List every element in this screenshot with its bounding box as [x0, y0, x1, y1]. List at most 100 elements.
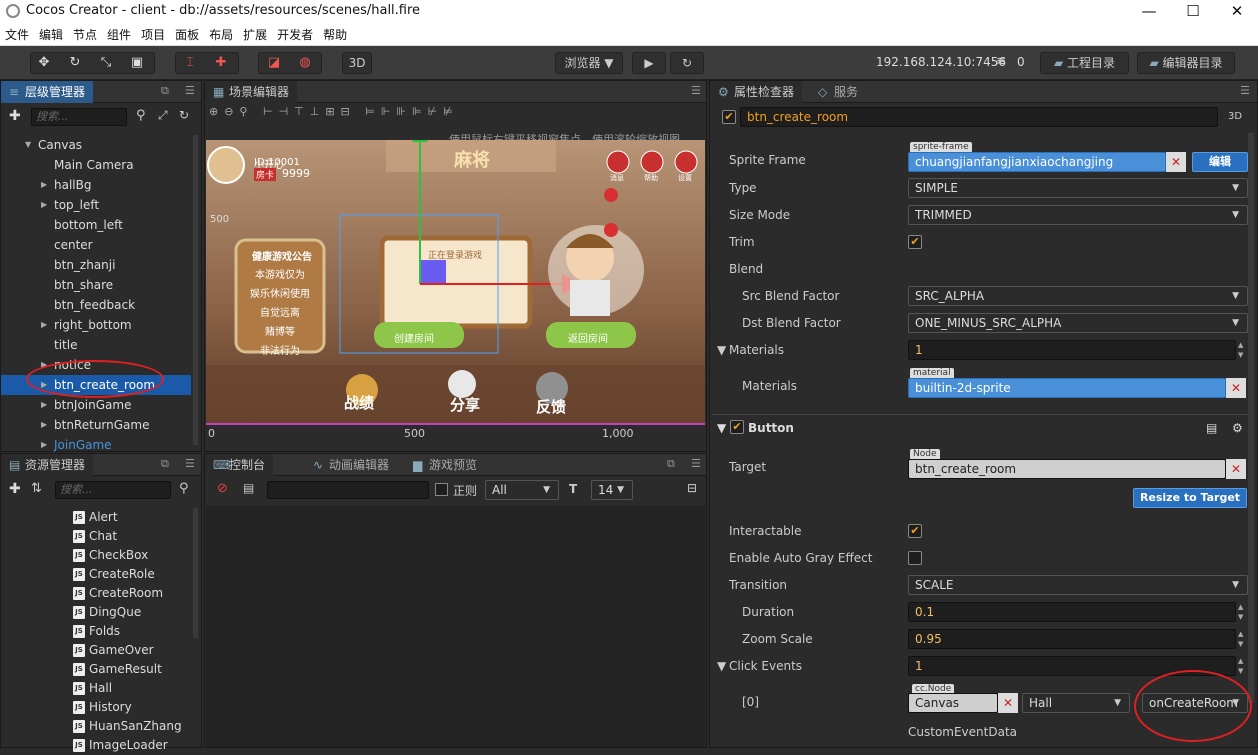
asset-item[interactable]: JS HuanSanZhang — [1, 717, 191, 736]
sprite-frame-field[interactable]: chuangjianfangjianxiaochangjing — [908, 152, 1166, 172]
tree-node-bottom-left[interactable]: bottom_left — [1, 215, 191, 235]
log-level-select[interactable]: All — [485, 480, 559, 500]
expand-arrow-icon[interactable]: ▼ — [717, 421, 726, 435]
tree-node-title[interactable]: title — [1, 335, 191, 355]
move-tool-icon[interactable]: ✥ — [30, 52, 58, 74]
mode-3d-button[interactable]: 3D — [342, 52, 372, 74]
menu-developer[interactable]: 开发者 — [272, 24, 318, 46]
tree-node-btnreturngame[interactable]: ▶ btnReturnGame — [1, 415, 191, 435]
asset-item[interactable]: JS DingQue — [1, 603, 191, 622]
collapse-icon[interactable]: ⊟ — [687, 481, 697, 495]
expand-arrow-icon[interactable]: ▶ — [41, 435, 47, 455]
project-dir-button[interactable]: ▰ 工程目录 — [1040, 52, 1129, 74]
button-section-header[interactable]: ▼ ✔ Button ▤ ⚙ — [714, 416, 1254, 442]
tree-node-joingame[interactable]: ▶ JoinGame — [1, 435, 191, 455]
search-icon[interactable]: ⚲ — [136, 108, 146, 123]
menu-panel[interactable]: 面板 — [170, 24, 204, 46]
browser-select[interactable]: 浏览器 ▼ — [555, 52, 623, 74]
refresh-icon[interactable]: ↻ — [179, 108, 189, 122]
material-field[interactable]: builtin-2d-sprite — [908, 378, 1226, 398]
clear-target-button[interactable]: ✕ — [1226, 459, 1246, 479]
tree-node-main-camera[interactable]: Main Camera — [1, 155, 191, 175]
expand-arrow-icon[interactable]: ▶ — [41, 195, 47, 215]
type-select[interactable]: SIMPLE — [908, 178, 1248, 198]
font-size-select[interactable]: 14 — [591, 480, 633, 500]
clear-console-icon[interactable]: ⊘ — [217, 481, 228, 496]
tree-node-canvas[interactable]: ▼ Canvas — [1, 135, 191, 155]
trim-checkbox[interactable]: ✔ — [908, 235, 922, 249]
clear-event-target-button[interactable]: ✕ — [998, 693, 1018, 713]
asset-item[interactable]: JS Folds — [1, 622, 191, 641]
pivot-icon[interactable]: ⌶ — [176, 52, 204, 74]
expand-icon[interactable]: ⤢ — [158, 108, 168, 123]
stepper-icon[interactable]: ▲ ▼ — [1238, 602, 1248, 622]
align-toolbar[interactable]: ⊕⊖⚲ ⊢⊣⊤⊥⊞⊟ ⊨⊩⊪⊫⊬⊭ — [209, 105, 549, 123]
menu-project[interactable]: 项目 — [136, 24, 170, 46]
asset-item[interactable]: JS Hall — [1, 679, 191, 698]
collapse-arrow-icon[interactable]: ▼ — [25, 135, 31, 155]
minimize-button[interactable]: — — [1126, 0, 1172, 24]
hierarchy-search-input[interactable]: 搜索... — [31, 108, 127, 126]
tree-node-hallbg[interactable]: ▶ hallBg — [1, 175, 191, 195]
tab-services[interactable]: ◇ 服务 — [810, 81, 866, 103]
asset-item[interactable]: JS History — [1, 698, 191, 717]
zoom-scale-input[interactable]: 0.95 — [908, 629, 1236, 649]
tab-game-preview[interactable]: ▆ 游戏预览 — [405, 454, 485, 476]
tree-node-btn-zhanji[interactable]: btn_zhanji — [1, 255, 191, 275]
tab-inspector[interactable]: ⚙ 属性检查器 — [710, 81, 803, 103]
menu-extension[interactable]: 扩展 — [238, 24, 272, 46]
hierarchy-scrollbar[interactable] — [193, 135, 198, 445]
event-target-field[interactable]: Canvas — [908, 693, 998, 713]
button-enabled-checkbox[interactable]: ✔ — [730, 420, 744, 434]
gear-icon[interactable]: ⚙ — [1232, 421, 1243, 435]
doc-icon[interactable]: ▤ — [1206, 421, 1217, 435]
panel-menu-icon[interactable]: ☰ — [1240, 84, 1250, 97]
asset-item[interactable]: JS GameResult — [1, 660, 191, 679]
asset-item[interactable]: JS Alert — [1, 508, 191, 527]
duration-input[interactable]: 0.1 — [908, 602, 1236, 622]
stepper-icon[interactable]: ▲ ▼ — [1238, 629, 1248, 649]
tree-node-btn-share[interactable]: btn_share — [1, 275, 191, 295]
play-button[interactable]: ▶ — [632, 52, 666, 74]
open-log-icon[interactable]: ▤ — [243, 481, 254, 495]
asset-item[interactable]: JS CreateRoom — [1, 584, 191, 603]
expand-arrow-icon[interactable]: ▶ — [41, 175, 47, 195]
popout-icon[interactable]: ⧉ — [161, 84, 169, 98]
transition-select[interactable]: SCALE — [908, 575, 1248, 595]
tree-node-btn-feedback[interactable]: btn_feedback — [1, 295, 191, 315]
refresh-button[interactable]: ↻ — [670, 52, 704, 74]
panel-menu-icon[interactable]: ☰ — [185, 457, 195, 470]
stepper-icon[interactable]: ▲ ▼ — [1238, 340, 1248, 360]
tab-animation-editor[interactable]: ∿ 动画编辑器 — [305, 454, 397, 476]
resize-to-target-button[interactable]: Resize to Target — [1133, 488, 1247, 508]
menu-edit[interactable]: 编辑 — [34, 24, 68, 46]
interactable-checkbox[interactable]: ✔ — [908, 524, 922, 538]
console-filter-input[interactable] — [267, 481, 429, 499]
panel-menu-icon[interactable]: ☰ — [691, 84, 701, 97]
edit-sprite-button[interactable]: 编辑 — [1192, 152, 1248, 172]
maximize-button[interactable]: ☐ — [1170, 0, 1216, 24]
clear-sprite-frame-button[interactable]: ✕ — [1166, 152, 1186, 172]
size-mode-select[interactable]: TRIMMED — [908, 205, 1248, 225]
event-component-select[interactable]: Hall — [1022, 693, 1130, 713]
asset-item[interactable]: JS GameOver — [1, 641, 191, 660]
tree-node-btnjoingame[interactable]: ▶ btnJoinGame — [1, 395, 191, 415]
sort-icon[interactable]: ⇅ — [31, 481, 42, 496]
expand-arrow-icon[interactable]: ▼ — [717, 343, 726, 357]
scale-tool-icon[interactable]: ⤡ — [92, 52, 120, 74]
tree-node-right-bottom[interactable]: ▶ right_bottom — [1, 315, 191, 335]
expand-arrow-icon[interactable]: ▶ — [41, 315, 47, 335]
auto-gray-checkbox[interactable] — [908, 551, 922, 565]
tree-node-top-left[interactable]: ▶ top_left — [1, 195, 191, 215]
rect-tool-icon[interactable]: ▣ — [123, 52, 151, 74]
src-blend-select[interactable]: SRC_ALPHA — [908, 286, 1248, 306]
expand-arrow-icon[interactable]: ▶ — [41, 395, 47, 415]
expand-arrow-icon[interactable]: ▼ — [717, 659, 726, 673]
menu-file[interactable]: 文件 — [0, 24, 34, 46]
add-asset-icon[interactable]: ✚ — [9, 481, 21, 497]
panel-menu-icon[interactable]: ☰ — [185, 84, 195, 97]
popout-icon[interactable]: ⧉ — [667, 457, 675, 471]
node-active-checkbox[interactable]: ✔ — [722, 110, 736, 124]
local-icon[interactable]: ✚ — [207, 52, 235, 74]
tab-scene-editor[interactable]: ▦ 场景编辑器 — [205, 81, 298, 103]
